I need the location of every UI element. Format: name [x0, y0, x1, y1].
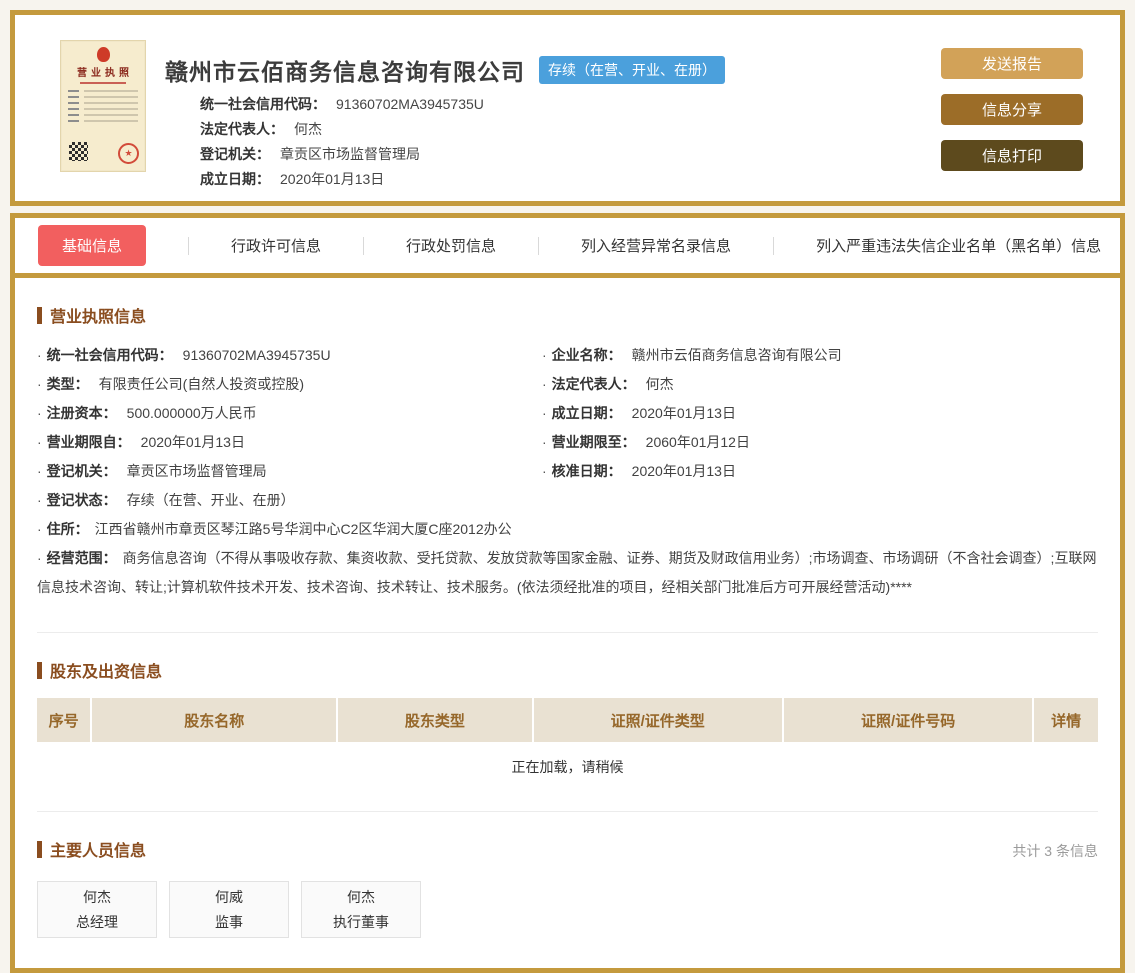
section-bar-icon: [37, 307, 42, 324]
column-header-shareholder-name: 股东名称: [92, 698, 338, 742]
section-title: 主要人员信息: [50, 837, 146, 861]
personnel-list: 何杰 总经理 何威 监事 何杰 执行董事: [37, 881, 1098, 938]
info-share-button[interactable]: 信息分享: [941, 94, 1083, 125]
field-term-to: ·营业期限至：2060年01月12日: [542, 428, 1098, 457]
business-license-image: 营业执照 ★: [60, 40, 146, 172]
field-founded-date: ·成立日期：2020年01月13日: [542, 399, 1098, 428]
tab-admin-penalty[interactable]: 行政处罚信息: [406, 235, 496, 256]
person-card[interactable]: 何杰 执行董事: [301, 881, 421, 938]
main-card: 基础信息 行政许可信息 行政处罚信息 列入经营异常名录信息 列入严重违法失信企业…: [10, 213, 1125, 973]
shareholders-table-header: 序号 股东名称 股东类型 证照/证件类型 证照/证件号码 详情: [37, 698, 1098, 742]
field-address: ·住所：江西省赣州市章贡区琴江路5号华润中心C2区华润大厦C座2012办公: [37, 515, 1098, 544]
person-name: 何杰: [347, 887, 375, 907]
field-credit-code: ·统一社会信用代码：91360702MA3945735U: [37, 341, 542, 370]
field-term-from: ·营业期限自：2020年01月13日: [37, 428, 542, 457]
shareholders-section-header: 股东及出资信息: [37, 658, 1098, 682]
section-title: 股东及出资信息: [50, 658, 162, 682]
field-registry-authority: ·登记机关：章贡区市场监督管理局: [37, 457, 542, 486]
person-card[interactable]: 何威 监事: [169, 881, 289, 938]
tab-divider: [363, 237, 364, 255]
person-name: 何杰: [83, 887, 111, 907]
person-card[interactable]: 何杰 总经理: [37, 881, 157, 938]
license-title: 营业执照: [61, 64, 145, 79]
field-registration-status: ·登记状态：存续（在营、开业、在册）: [37, 486, 542, 515]
tab-divider: [538, 237, 539, 255]
license-subtitle-line: [80, 82, 126, 84]
personnel-count-text: 共计 3 条信息: [1012, 841, 1098, 861]
company-header-card: 营业执照 ★ 赣州市云佰商务信息咨询有限公司 存续（在营、开业、在册） 统一社会…: [10, 10, 1125, 206]
send-report-button[interactable]: 发送报告: [941, 48, 1083, 79]
field-registered-capital: ·注册资本：500.000000万人民币: [37, 399, 542, 428]
company-name: 赣州市云佰商务信息咨询有限公司: [165, 53, 525, 87]
field-approval-date: ·核准日期：2020年01月13日: [542, 457, 1098, 486]
company-summary-fields: 统一社会信用代码： 91360702MA3945735U 法定代表人： 何杰 登…: [200, 91, 484, 191]
person-role: 总经理: [76, 912, 118, 932]
person-role: 监事: [215, 912, 243, 932]
national-emblem-icon: [97, 47, 110, 62]
info-print-button[interactable]: 信息打印: [941, 140, 1083, 171]
summary-field-registry: 登记机关： 章贡区市场监督管理局: [200, 141, 484, 166]
license-info-section-header: 营业执照信息: [37, 303, 1098, 327]
loading-text: 正在加载，请稍候: [37, 757, 1098, 777]
personnel-section-header: 主要人员信息: [37, 837, 146, 861]
person-role: 执行董事: [333, 912, 389, 932]
tab-basic-info[interactable]: 基础信息: [38, 225, 146, 266]
field-company-name: ·企业名称：赣州市云佰商务信息咨询有限公司: [542, 341, 1098, 370]
tab-bar: 基础信息 行政许可信息 行政处罚信息 列入经营异常名录信息 列入严重违法失信企业…: [15, 218, 1120, 278]
section-title: 营业执照信息: [50, 303, 146, 327]
summary-field-credit-code: 统一社会信用代码： 91360702MA3945735U: [200, 91, 484, 116]
column-header-details: 详情: [1034, 698, 1098, 742]
tab-divider: [773, 237, 774, 255]
column-header-shareholder-type: 股东类型: [338, 698, 533, 742]
field-business-scope: ·经营范围：商务信息咨询（不得从事吸收存款、集资收款、受托贷款、发放贷款等国家金…: [37, 544, 1098, 602]
field-company-type: ·类型：有限责任公司(自然人投资或控股): [37, 370, 542, 399]
summary-field-founded-date: 成立日期： 2020年01月13日: [200, 166, 484, 191]
person-name: 何威: [215, 887, 243, 907]
tab-divider: [188, 237, 189, 255]
section-bar-icon: [37, 841, 42, 858]
shareholders-table: 序号 股东名称 股东类型 证照/证件类型 证照/证件号码 详情 正在加载，请稍候: [37, 698, 1098, 777]
field-legal-rep: ·法定代表人：何杰: [542, 370, 1098, 399]
license-red-seal-icon: ★: [118, 143, 139, 164]
tab-admin-license[interactable]: 行政许可信息: [231, 235, 321, 256]
summary-field-legal-rep: 法定代表人： 何杰: [200, 116, 484, 141]
section-bar-icon: [37, 662, 42, 679]
tab-blacklist[interactable]: 列入严重违法失信企业名单（黑名单）信息: [816, 235, 1101, 256]
column-header-index: 序号: [37, 698, 92, 742]
license-info-grid: ·统一社会信用代码：91360702MA3945735U ·企业名称：赣州市云佰…: [37, 341, 1098, 602]
tab-abnormal-operations[interactable]: 列入经营异常名录信息: [581, 235, 731, 256]
column-header-certificate-type: 证照/证件类型: [534, 698, 784, 742]
license-qr-code-icon: [69, 142, 88, 161]
status-badge: 存续（在营、开业、在册）: [539, 56, 725, 84]
column-header-certificate-number: 证照/证件号码: [784, 698, 1034, 742]
section-divider: [37, 632, 1098, 633]
